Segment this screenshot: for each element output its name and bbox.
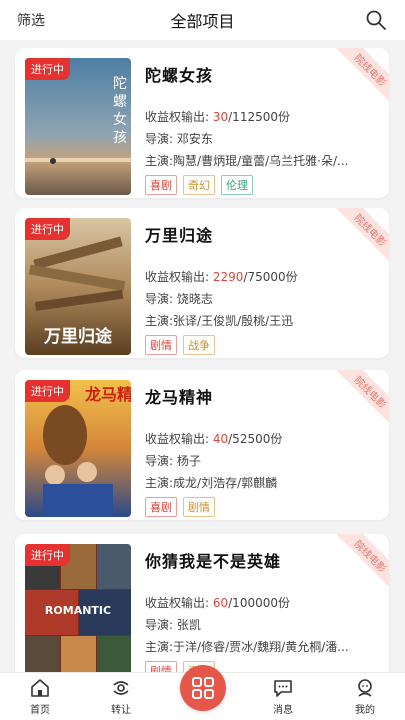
genre-tag: 喜剧: [145, 175, 177, 195]
poster-image: 龙马精神 进行中: [25, 380, 131, 517]
project-card[interactable]: 陀 螺 女 孩 进行中 陀螺女孩 收益权输出: 30/112500份 导演: 邓…: [15, 48, 389, 198]
output-line: 收益权输出: 40/52500份: [145, 432, 283, 446]
director-line: 导演: 邓安东: [145, 132, 213, 146]
output-line: 收益权输出: 2290/75000份: [145, 270, 298, 284]
cast-line: 主演:张译/王俊凯/殷桃/王迅: [145, 314, 294, 328]
output-line: 收益权输出: 30/112500份: [145, 110, 290, 124]
svg-text:陀: 陀: [113, 76, 127, 92]
genre-tag: 伦理: [221, 175, 253, 195]
genre-tag: 战争: [183, 335, 215, 355]
director-line: 导演: 杨子: [145, 454, 201, 468]
project-card[interactable]: 龙马精神 进行中 龙马精神 收益权输出: 40/52500份 导演: 杨子 主演…: [15, 370, 389, 520]
genre-tag: 奇幻: [183, 175, 215, 195]
svg-text:女: 女: [113, 111, 127, 128]
genre-tag: 剧情: [183, 497, 215, 517]
poster-image: ROMANTIC 进行中: [25, 544, 131, 681]
top-bar: 筛选 全部项目: [0, 0, 405, 40]
project-name: 万里归途: [145, 226, 214, 245]
director-line: 导演: 张凯: [145, 618, 201, 632]
tab-home[interactable]: 首页: [10, 677, 70, 716]
status-badge: 进行中: [25, 380, 70, 402]
bottom-tab-bar: 首页 转让 消息 我的: [0, 665, 405, 720]
svg-text:龙马精神: 龙马精神: [84, 385, 131, 404]
status-badge: 进行中: [25, 58, 70, 80]
transfer-icon: [113, 681, 129, 695]
poster-image: 陀 螺 女 孩 进行中: [25, 58, 131, 195]
status-badge: 进行中: [25, 544, 70, 566]
cast-line: 主演:陶慧/曹炳琨/童蕾/乌兰托雅·朵/...: [145, 154, 349, 168]
svg-text:螺: 螺: [113, 94, 127, 110]
home-icon: [31, 679, 49, 697]
tab-messages[interactable]: 消息: [253, 677, 313, 716]
genre-tags: 喜剧 奇幻 伦理: [145, 175, 381, 195]
svg-text:ROMANTIC: ROMANTIC: [45, 604, 111, 617]
output-line: 收益权输出: 60/100000份: [145, 596, 290, 610]
poster-image: 万里归途 进行中: [25, 218, 131, 355]
genre-tag: 喜剧: [145, 497, 177, 517]
svg-text:孩: 孩: [113, 130, 127, 146]
tab-transfer[interactable]: 转让: [91, 677, 151, 716]
search-icon[interactable]: [365, 9, 387, 31]
page-title: 全部项目: [170, 12, 235, 31]
project-name: 陀螺女孩: [145, 66, 214, 85]
status-badge: 进行中: [25, 218, 70, 240]
cast-line: 主演:于洋/修睿/贾冰/魏翔/黄允桐/潘...: [145, 640, 349, 654]
project-card[interactable]: 万里归途 进行中 万里归途 收益权输出: 2290/75000份 导演: 饶晓志…: [15, 208, 389, 358]
cast-line: 主演:成龙/刘浩存/郭麒麟: [145, 476, 278, 490]
project-name: 龙马精神: [145, 388, 214, 407]
tab-label: 转让: [111, 705, 131, 716]
genre-tag: 剧情: [145, 335, 177, 355]
director-line: 导演: 饶晓志: [145, 292, 213, 306]
project-name: 你猜我是不是英雄: [145, 552, 282, 571]
tab-label: 我的: [355, 705, 375, 716]
tab-label: 消息: [273, 705, 293, 716]
grid-icon: [192, 677, 214, 699]
project-card[interactable]: ROMANTIC 进行中 你猜我是不是英雄 收益权输出: 60/100000份 …: [15, 534, 389, 684]
svg-text:万里归途: 万里归途: [43, 326, 113, 347]
genre-tags: 剧情 战争: [145, 335, 381, 355]
tab-label: 首页: [30, 705, 50, 716]
message-icon: [274, 680, 292, 697]
tab-mine[interactable]: 我的: [335, 677, 395, 716]
user-icon: [358, 679, 372, 697]
center-action-button[interactable]: [180, 665, 226, 711]
genre-tags: 喜剧 剧情: [145, 497, 381, 517]
